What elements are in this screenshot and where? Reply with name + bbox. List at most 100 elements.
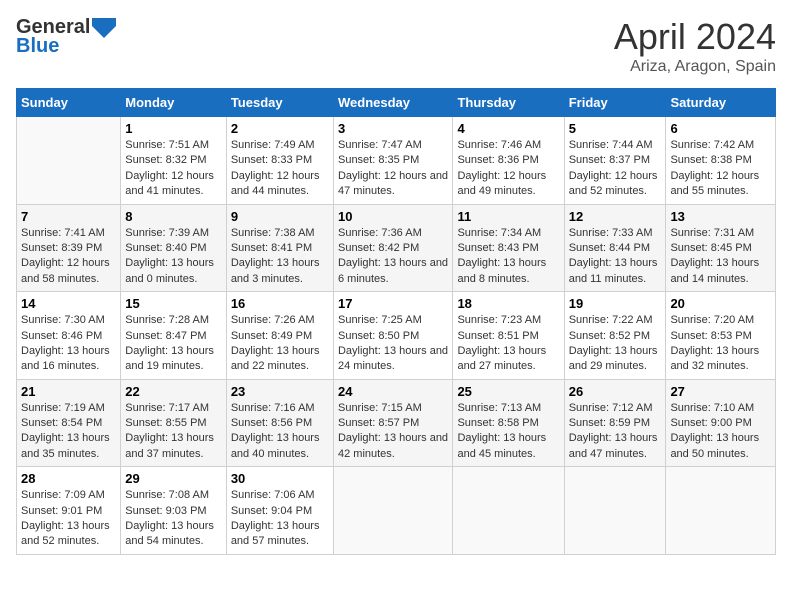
sunset-text: Sunset: 8:37 PM — [569, 153, 662, 168]
day-cell: 11 Sunrise: 7:34 AM Sunset: 8:43 PM Dayl… — [453, 204, 564, 292]
logo-text-blue: Blue — [16, 35, 59, 58]
sunrise-text: Sunrise: 7:49 AM — [231, 138, 329, 153]
day-cell: 5 Sunrise: 7:44 AM Sunset: 8:37 PM Dayli… — [564, 117, 666, 205]
day-number: 6 — [670, 121, 771, 136]
day-cell: 18 Sunrise: 7:23 AM Sunset: 8:51 PM Dayl… — [453, 292, 564, 380]
daylight-text: Daylight: 13 hours and 45 minutes. — [457, 431, 559, 462]
day-cell: 7 Sunrise: 7:41 AM Sunset: 8:39 PM Dayli… — [17, 204, 121, 292]
day-cell — [666, 467, 776, 555]
sunrise-text: Sunrise: 7:20 AM — [670, 313, 771, 328]
sunrise-text: Sunrise: 7:36 AM — [338, 226, 448, 241]
daylight-text: Daylight: 13 hours and 6 minutes. — [338, 256, 448, 287]
day-info: Sunrise: 7:30 AM Sunset: 8:46 PM Dayligh… — [21, 313, 116, 375]
header-wednesday: Wednesday — [333, 89, 452, 117]
daylight-text: Daylight: 13 hours and 27 minutes. — [457, 344, 559, 375]
sunset-text: Sunset: 8:54 PM — [21, 416, 116, 431]
day-number: 14 — [21, 296, 116, 311]
day-cell: 24 Sunrise: 7:15 AM Sunset: 8:57 PM Dayl… — [333, 379, 452, 467]
sunrise-text: Sunrise: 7:26 AM — [231, 313, 329, 328]
sunrise-text: Sunrise: 7:13 AM — [457, 401, 559, 416]
day-number: 3 — [338, 121, 448, 136]
day-number: 25 — [457, 384, 559, 399]
sunset-text: Sunset: 8:49 PM — [231, 329, 329, 344]
day-info: Sunrise: 7:42 AM Sunset: 8:38 PM Dayligh… — [670, 138, 771, 200]
day-info: Sunrise: 7:25 AM Sunset: 8:50 PM Dayligh… — [338, 313, 448, 375]
daylight-text: Daylight: 12 hours and 49 minutes. — [457, 169, 559, 200]
day-info: Sunrise: 7:13 AM Sunset: 8:58 PM Dayligh… — [457, 401, 559, 463]
day-info: Sunrise: 7:16 AM Sunset: 8:56 PM Dayligh… — [231, 401, 329, 463]
day-cell: 16 Sunrise: 7:26 AM Sunset: 8:49 PM Dayl… — [226, 292, 333, 380]
daylight-text: Daylight: 12 hours and 55 minutes. — [670, 169, 771, 200]
day-number: 23 — [231, 384, 329, 399]
day-number: 10 — [338, 209, 448, 224]
daylight-text: Daylight: 13 hours and 57 minutes. — [231, 519, 329, 550]
daylight-text: Daylight: 13 hours and 14 minutes. — [670, 256, 771, 287]
day-number: 26 — [569, 384, 662, 399]
daylight-text: Daylight: 13 hours and 19 minutes. — [125, 344, 222, 375]
title-area: April 2024 Ariza, Aragon, Spain — [614, 16, 776, 76]
daylight-text: Daylight: 13 hours and 35 minutes. — [21, 431, 116, 462]
sunrise-text: Sunrise: 7:09 AM — [21, 488, 116, 503]
daylight-text: Daylight: 13 hours and 0 minutes. — [125, 256, 222, 287]
daylight-text: Daylight: 13 hours and 50 minutes. — [670, 431, 771, 462]
day-cell: 25 Sunrise: 7:13 AM Sunset: 8:58 PM Dayl… — [453, 379, 564, 467]
daylight-text: Daylight: 13 hours and 32 minutes. — [670, 344, 771, 375]
day-cell: 1 Sunrise: 7:51 AM Sunset: 8:32 PM Dayli… — [121, 117, 227, 205]
day-cell: 9 Sunrise: 7:38 AM Sunset: 8:41 PM Dayli… — [226, 204, 333, 292]
daylight-text: Daylight: 12 hours and 52 minutes. — [569, 169, 662, 200]
sunrise-text: Sunrise: 7:41 AM — [21, 226, 116, 241]
day-cell: 21 Sunrise: 7:19 AM Sunset: 8:54 PM Dayl… — [17, 379, 121, 467]
day-cell: 13 Sunrise: 7:31 AM Sunset: 8:45 PM Dayl… — [666, 204, 776, 292]
day-info: Sunrise: 7:06 AM Sunset: 9:04 PM Dayligh… — [231, 488, 329, 550]
day-info: Sunrise: 7:49 AM Sunset: 8:33 PM Dayligh… — [231, 138, 329, 200]
sunrise-text: Sunrise: 7:28 AM — [125, 313, 222, 328]
sunrise-text: Sunrise: 7:46 AM — [457, 138, 559, 153]
sunset-text: Sunset: 8:51 PM — [457, 329, 559, 344]
day-info: Sunrise: 7:28 AM Sunset: 8:47 PM Dayligh… — [125, 313, 222, 375]
day-cell: 20 Sunrise: 7:20 AM Sunset: 8:53 PM Dayl… — [666, 292, 776, 380]
daylight-text: Daylight: 13 hours and 52 minutes. — [21, 519, 116, 550]
sunset-text: Sunset: 8:33 PM — [231, 153, 329, 168]
sunset-text: Sunset: 9:00 PM — [670, 416, 771, 431]
day-cell: 8 Sunrise: 7:39 AM Sunset: 8:40 PM Dayli… — [121, 204, 227, 292]
day-number: 29 — [125, 471, 222, 486]
week-row-3: 14 Sunrise: 7:30 AM Sunset: 8:46 PM Dayl… — [17, 292, 776, 380]
week-row-2: 7 Sunrise: 7:41 AM Sunset: 8:39 PM Dayli… — [17, 204, 776, 292]
sunrise-text: Sunrise: 7:34 AM — [457, 226, 559, 241]
logo-arrow-icon — [92, 18, 116, 38]
sunrise-text: Sunrise: 7:38 AM — [231, 226, 329, 241]
sunrise-text: Sunrise: 7:47 AM — [338, 138, 448, 153]
sunrise-text: Sunrise: 7:42 AM — [670, 138, 771, 153]
day-number: 8 — [125, 209, 222, 224]
day-number: 5 — [569, 121, 662, 136]
daylight-text: Daylight: 13 hours and 54 minutes. — [125, 519, 222, 550]
day-number: 27 — [670, 384, 771, 399]
day-cell: 12 Sunrise: 7:33 AM Sunset: 8:44 PM Dayl… — [564, 204, 666, 292]
daylight-text: Daylight: 13 hours and 11 minutes. — [569, 256, 662, 287]
day-number: 11 — [457, 209, 559, 224]
day-number: 17 — [338, 296, 448, 311]
day-info: Sunrise: 7:26 AM Sunset: 8:49 PM Dayligh… — [231, 313, 329, 375]
day-cell — [564, 467, 666, 555]
sunrise-text: Sunrise: 7:16 AM — [231, 401, 329, 416]
sunrise-text: Sunrise: 7:19 AM — [21, 401, 116, 416]
daylight-text: Daylight: 13 hours and 37 minutes. — [125, 431, 222, 462]
sunset-text: Sunset: 8:38 PM — [670, 153, 771, 168]
header-monday: Monday — [121, 89, 227, 117]
day-cell: 17 Sunrise: 7:25 AM Sunset: 8:50 PM Dayl… — [333, 292, 452, 380]
daylight-text: Daylight: 13 hours and 24 minutes. — [338, 344, 448, 375]
daylight-text: Daylight: 12 hours and 44 minutes. — [231, 169, 329, 200]
sunrise-text: Sunrise: 7:08 AM — [125, 488, 222, 503]
day-number: 4 — [457, 121, 559, 136]
day-number: 22 — [125, 384, 222, 399]
sunset-text: Sunset: 8:35 PM — [338, 153, 448, 168]
day-cell: 19 Sunrise: 7:22 AM Sunset: 8:52 PM Dayl… — [564, 292, 666, 380]
day-number: 15 — [125, 296, 222, 311]
day-number: 1 — [125, 121, 222, 136]
sunrise-text: Sunrise: 7:51 AM — [125, 138, 222, 153]
sunset-text: Sunset: 8:32 PM — [125, 153, 222, 168]
sunset-text: Sunset: 8:53 PM — [670, 329, 771, 344]
month-title: April 2024 — [614, 16, 776, 58]
header-friday: Friday — [564, 89, 666, 117]
day-info: Sunrise: 7:41 AM Sunset: 8:39 PM Dayligh… — [21, 226, 116, 288]
